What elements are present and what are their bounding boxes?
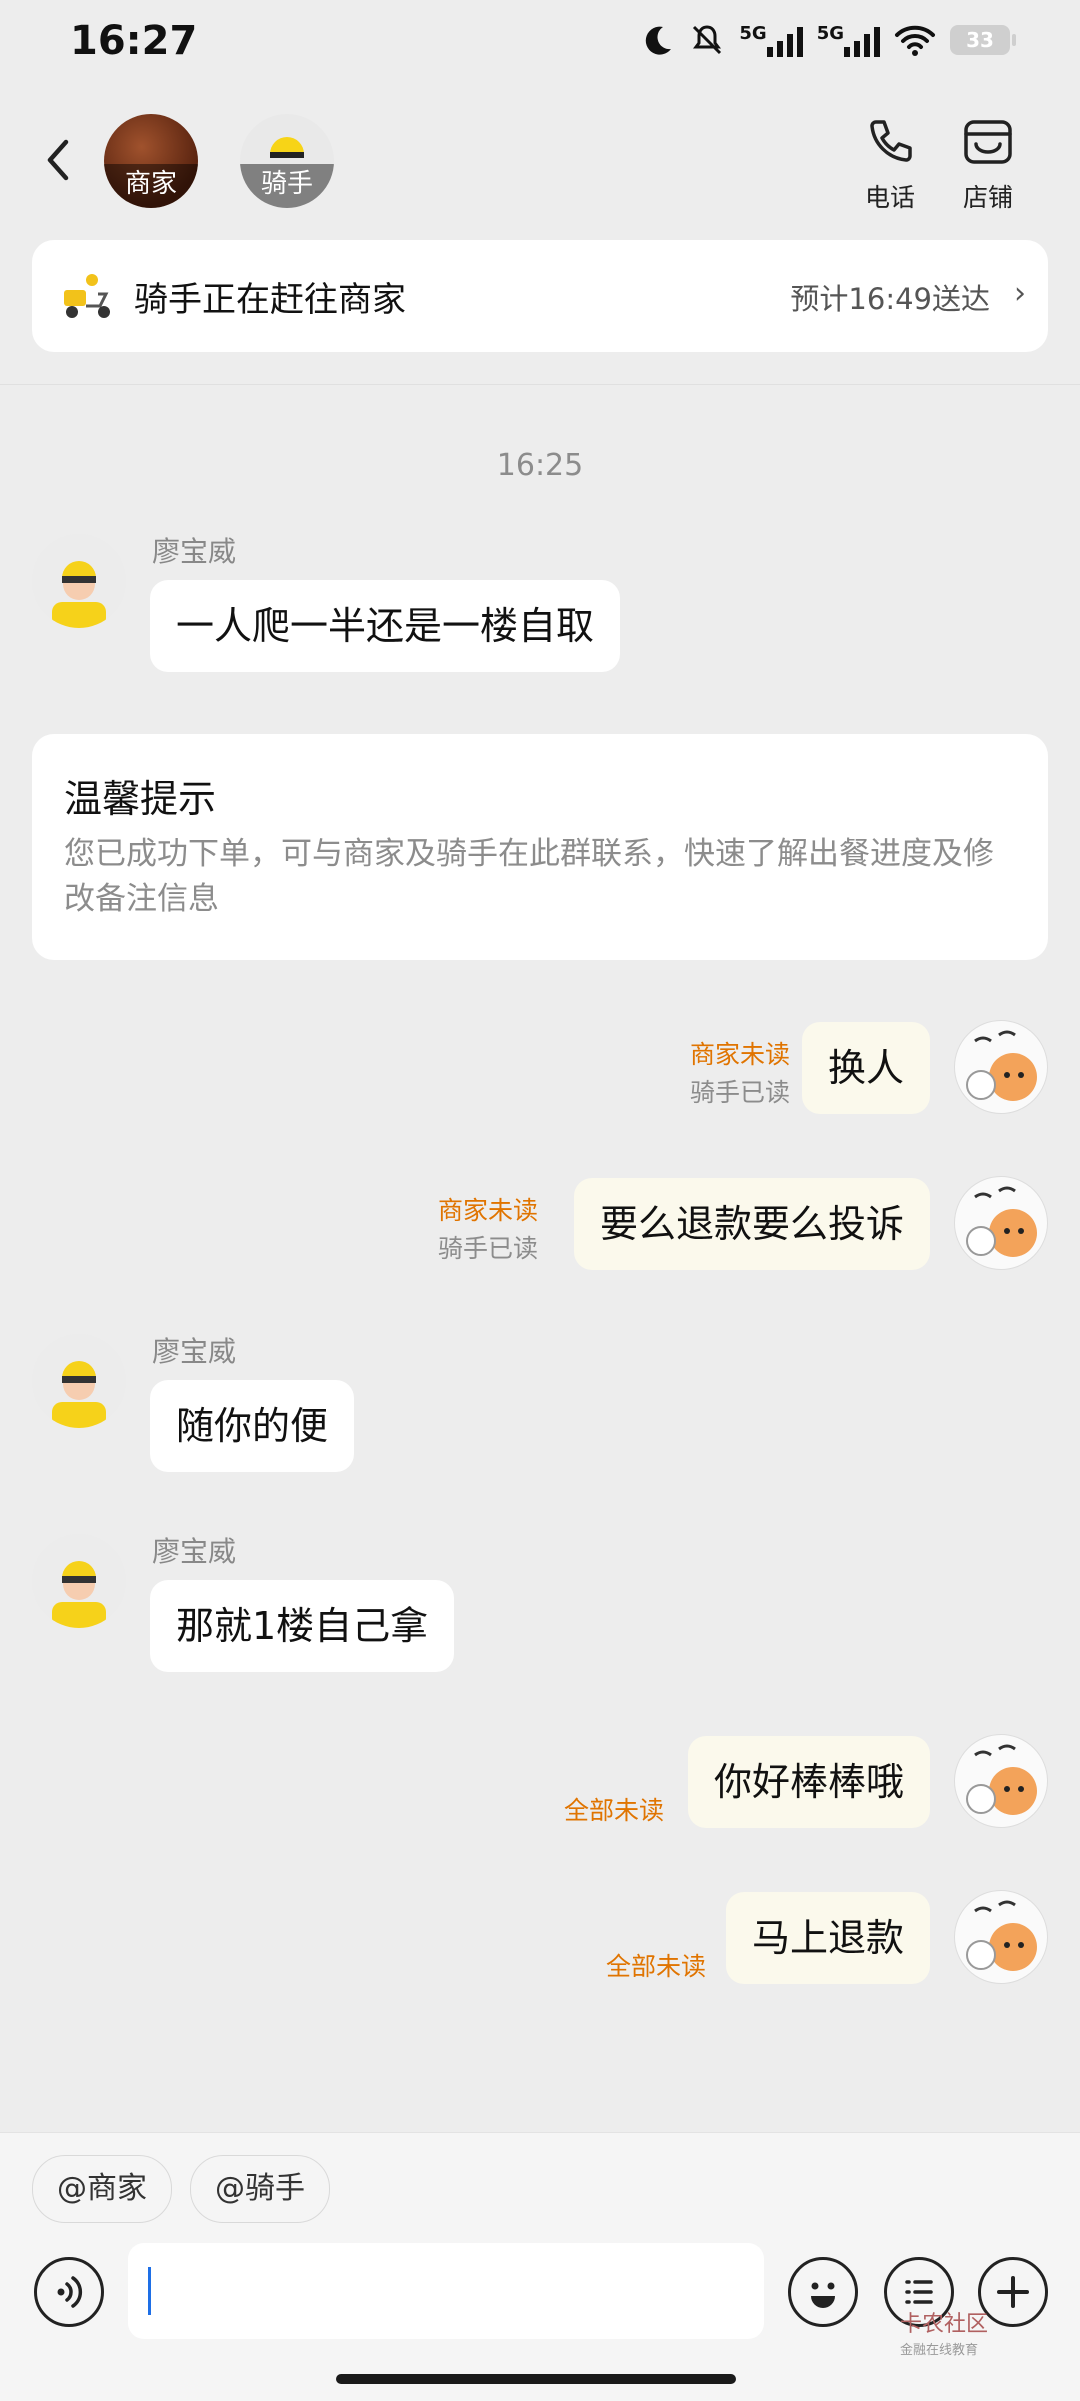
all-unread-status: 全部未读 (605, 1952, 706, 1981)
rider-read-status: 骑手已读 (689, 1078, 790, 1107)
my-message-avatar[interactable] (954, 1020, 1048, 1114)
merchant-avatar-label: 商家 (104, 164, 198, 208)
read-status: 全部未读 (564, 1792, 664, 1830)
message-bubble-outgoing[interactable]: 你好棒棒哦 (687, 1736, 930, 1828)
status-bar: 16:27 5G 5G 33 (0, 0, 1080, 90)
read-status: 商家未读 骑手已读 (438, 1192, 538, 1268)
rider-face-icon (52, 1561, 106, 1628)
store-label: 店铺 (962, 183, 1013, 212)
emoji-icon (811, 2282, 835, 2308)
signal-2-icon: 5G (817, 23, 880, 57)
message-bubble-incoming[interactable]: 那就1楼自己拿 (150, 1580, 455, 1672)
wifi-icon (895, 25, 935, 56)
rider-message-avatar[interactable] (32, 1534, 126, 1628)
chevron-right-icon: › (1014, 276, 1026, 311)
message-input[interactable] (128, 2243, 764, 2339)
mention-rider-chip[interactable]: @骑手 (190, 2155, 330, 2223)
message-bubble-outgoing[interactable]: 马上退款 (725, 1892, 930, 1984)
tip-body: 您已成功下单，可与商家及骑手在此群联系，快速了解出餐进度及修改备注信息 (64, 836, 994, 917)
status-time: 16:27 (70, 18, 198, 64)
read-status: 全部未读 (606, 1948, 706, 1986)
phone-button[interactable]: 电话 (850, 114, 930, 214)
cat-avatar-icon (966, 1900, 1037, 1971)
merchant-avatar[interactable]: 商家 (104, 114, 198, 208)
rider-face-icon (52, 1361, 106, 1428)
more-button[interactable] (978, 2257, 1048, 2327)
delivery-status-card[interactable]: 骑手正在赶往商家 预计16:49送达 › (32, 240, 1048, 352)
tip-title: 温馨提示 (64, 777, 217, 821)
my-message-avatar[interactable] (954, 1734, 1048, 1828)
voice-icon (57, 2276, 83, 2308)
phone-label: 电话 (864, 183, 915, 212)
merchant-unread-status: 商家未读 (437, 1196, 538, 1225)
message-bubble-outgoing[interactable]: 换人 (801, 1022, 930, 1114)
store-button[interactable]: 店铺 (948, 114, 1028, 214)
home-indicator[interactable] (336, 2374, 736, 2384)
read-status: 商家未读 骑手已读 (690, 1036, 790, 1112)
message-bubble-incoming[interactable]: 一人爬一半还是一楼自取 (150, 580, 621, 672)
signal-1-icon: 5G (739, 23, 803, 57)
chat-timestamp: 16:25 (496, 448, 584, 483)
store-icon (964, 120, 1012, 164)
merchant-unread-status: 商家未读 (689, 1040, 790, 1069)
rider-avatar[interactable]: 骑手 (240, 114, 334, 208)
voice-input-button[interactable] (34, 2257, 104, 2327)
watermark-title: 卡农社区 (900, 2312, 989, 2337)
cat-avatar-icon (966, 1030, 1037, 1101)
rider-avatar-label: 骑手 (240, 164, 334, 208)
watermark-subtitle: 金融在线教育 (900, 2343, 979, 2358)
sender-name: 廖宝威 (152, 1335, 237, 1368)
delivery-eta: 预计16:49送达 (790, 282, 990, 316)
chat-header: 商家 骑手 电话 店铺 (0, 100, 1080, 220)
text-caret (148, 2267, 151, 2315)
delivery-scooter-icon (64, 274, 110, 318)
phone-icon (870, 120, 912, 162)
my-message-avatar[interactable] (954, 1176, 1048, 1270)
plus-icon (997, 2276, 1029, 2308)
network-type-2: 5G (816, 23, 844, 44)
rider-face-icon (52, 561, 106, 628)
emoji-button[interactable] (788, 2257, 858, 2327)
delivery-status-text: 骑手正在赶往商家 (134, 280, 406, 320)
network-type-1: 5G (739, 23, 767, 44)
mute-bell-icon (693, 25, 722, 55)
header-divider (0, 384, 1080, 385)
sender-name: 廖宝威 (152, 1535, 237, 1568)
status-icons: 5G 5G 33 (641, 22, 1016, 58)
rider-message-avatar[interactable] (32, 534, 126, 628)
message-bubble-outgoing[interactable]: 要么退款要么投诉 (573, 1178, 930, 1270)
all-unread-status: 全部未读 (563, 1796, 664, 1825)
sender-name: 廖宝威 (152, 535, 237, 568)
battery-icon: 33 (950, 25, 1016, 55)
cat-avatar-icon (966, 1744, 1037, 1815)
mention-merchant-chip[interactable]: @商家 (32, 2155, 172, 2223)
tip-card: 温馨提示 您已成功下单，可与商家及骑手在此群联系，快速了解出餐进度及修改备注信息 (32, 734, 1048, 960)
rider-message-avatar[interactable] (32, 1334, 126, 1428)
cat-avatar-icon (966, 1186, 1037, 1257)
moon-icon (646, 26, 672, 55)
back-button[interactable] (34, 130, 84, 190)
watermark: 卡农社区 金融在线教育 (900, 2312, 988, 2364)
message-bubble-incoming[interactable]: 随你的便 (150, 1380, 355, 1472)
rider-read-status: 骑手已读 (437, 1234, 538, 1263)
my-message-avatar[interactable] (954, 1890, 1048, 1984)
chevron-left-icon (47, 139, 69, 181)
